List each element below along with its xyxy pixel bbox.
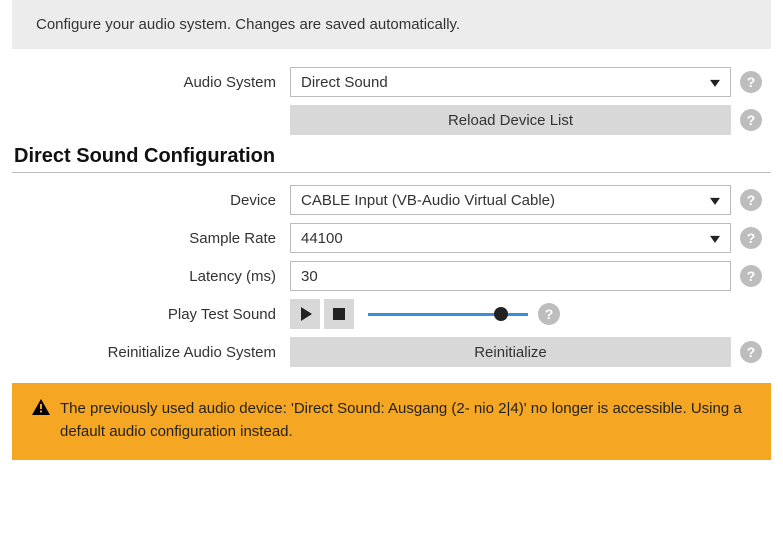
- help-icon[interactable]: ?: [740, 71, 762, 93]
- device-select[interactable]: CABLE Input (VB-Audio Virtual Cable): [290, 185, 731, 215]
- play-button[interactable]: [290, 299, 320, 329]
- audio-system-value: Direct Sound: [301, 74, 388, 91]
- reload-device-list-button[interactable]: Reload Device List: [290, 105, 731, 135]
- stop-icon: [333, 308, 345, 320]
- warning-icon: [32, 399, 50, 415]
- help-icon[interactable]: ?: [740, 341, 762, 363]
- help-icon[interactable]: ?: [740, 265, 762, 287]
- sample-rate-label: Sample Rate: [12, 230, 290, 247]
- latency-input[interactable]: [290, 261, 731, 291]
- section-title: Direct Sound Configuration: [12, 145, 771, 168]
- divider: [12, 172, 771, 173]
- reinit-label: Reinitialize Audio System: [12, 344, 290, 361]
- latency-label: Latency (ms): [12, 268, 290, 285]
- stop-button[interactable]: [324, 299, 354, 329]
- intro-text: Configure your audio system. Changes are…: [36, 16, 460, 33]
- slider-thumb[interactable]: [494, 307, 508, 321]
- help-icon[interactable]: ?: [538, 303, 560, 325]
- audio-system-label: Audio System: [12, 74, 290, 91]
- play-test-sound-label: Play Test Sound: [12, 306, 290, 323]
- help-icon[interactable]: ?: [740, 189, 762, 211]
- direct-sound-config: Device CABLE Input (VB-Audio Virtual Cab…: [12, 185, 771, 367]
- reinitialize-button[interactable]: Reinitialize: [290, 337, 731, 367]
- intro-banner: Configure your audio system. Changes are…: [12, 0, 771, 49]
- play-icon: [301, 307, 312, 321]
- warning-banner: The previously used audio device: 'Direc…: [12, 383, 771, 460]
- device-label: Device: [12, 192, 290, 209]
- help-icon[interactable]: ?: [740, 109, 762, 131]
- volume-slider[interactable]: [368, 299, 528, 329]
- audio-system-group: Audio System Direct Sound ? Reload Devic…: [12, 67, 771, 135]
- audio-system-select[interactable]: Direct Sound: [290, 67, 731, 97]
- device-value: CABLE Input (VB-Audio Virtual Cable): [301, 192, 555, 209]
- sample-rate-value: 44100: [301, 230, 343, 247]
- warning-text: The previously used audio device: 'Direc…: [60, 397, 751, 444]
- sample-rate-select[interactable]: 44100: [290, 223, 731, 253]
- help-icon[interactable]: ?: [740, 227, 762, 249]
